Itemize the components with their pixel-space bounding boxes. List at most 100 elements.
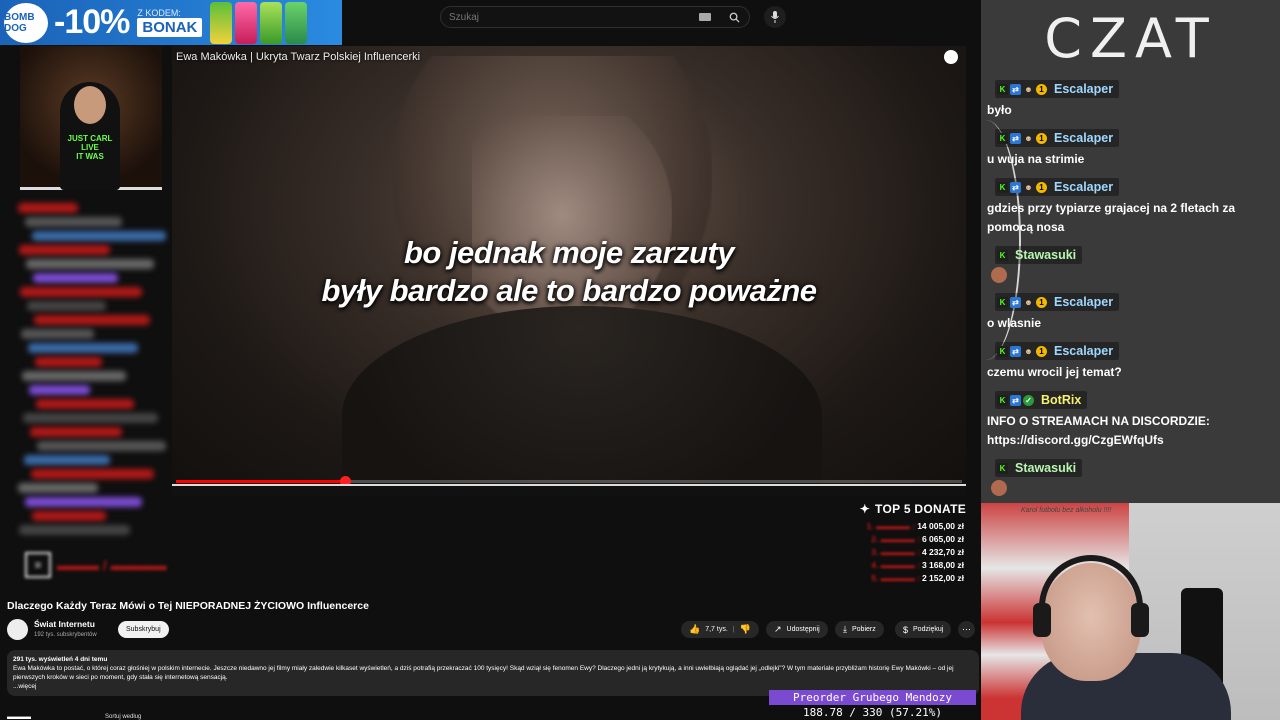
badge-k-icon: K xyxy=(997,132,1008,144)
dislike-icon[interactable]: 👎 xyxy=(740,624,751,635)
search-icon xyxy=(729,12,740,23)
blurred-panel-bar xyxy=(31,469,154,479)
blurred-panel-bar xyxy=(18,203,78,213)
video-player[interactable]: Ewa Makówka | Ukryta Twarz Polskiej Infl… xyxy=(172,46,966,496)
mic-button[interactable] xyxy=(764,6,786,28)
top-donates-panel: ✦ TOP 5 DONATE 1. ▬▬▬▬ :14 005,00 zł 2. ▬▬… xyxy=(800,500,970,585)
sort-comments-button[interactable]: Sortuj według xyxy=(105,714,141,720)
blurred-goal-logo: ≡ ▬▬▬ / ▬▬▬▬ xyxy=(25,550,175,580)
badge-v-icon: ⇄ xyxy=(1010,132,1021,144)
donate-amount: 2 152,00 zł xyxy=(921,573,964,583)
streamer-head xyxy=(74,86,106,124)
blurred-panel-bar xyxy=(19,245,110,255)
blurred-panel-bar xyxy=(23,413,158,423)
channel-subscribers: 192 tys. subskrybentów xyxy=(34,632,97,638)
search-button[interactable] xyxy=(719,7,749,27)
chat-message-text: było xyxy=(987,103,1012,117)
donate-amount: 4 232,70 zł xyxy=(921,547,964,557)
search-input[interactable] xyxy=(441,11,691,23)
badge-k-icon: K xyxy=(997,181,1008,193)
chat-username[interactable]: Stawasuki xyxy=(1015,461,1076,475)
streamer-webcam: JUST CARL LIVE IT WAS xyxy=(20,46,162,190)
chat-username[interactable]: Escalaper xyxy=(1054,82,1113,96)
badge-o-icon: 1 xyxy=(1036,296,1047,308)
blurred-panel-bar xyxy=(32,231,166,241)
blurred-panel-bar xyxy=(22,371,126,381)
chat-panel: CZAT K ⇄ ☻ 1 Escalaper było K ⇄ ☻ 1 Escalaper u wuj… xyxy=(981,0,1280,503)
badge-k-icon: K xyxy=(997,345,1008,357)
video-title[interactable]: Ewa Makówka | Ukryta Twarz Polskiej Infl… xyxy=(176,51,420,63)
donate-row: 1. ▬▬▬▬ :14 005,00 zł xyxy=(867,521,964,531)
badge-k-icon: K xyxy=(997,394,1008,406)
chat-message-header: K ⇄ ☻ 1 Escalaper xyxy=(995,178,1120,196)
chat-message-header: K ⇄ ☻ 1 Escalaper xyxy=(995,293,1120,311)
badge-o-icon: 1 xyxy=(1036,132,1047,144)
donate-amount: 14 005,00 zł xyxy=(917,521,964,531)
chat-title: CZAT xyxy=(1044,7,1217,70)
preorder-goal-label: Preorder Grubego Mendozy xyxy=(769,690,976,705)
badge-o-icon: 1 xyxy=(1036,345,1047,357)
chat-username[interactable]: Escalaper xyxy=(1054,131,1113,145)
video-progress-bar[interactable] xyxy=(176,476,962,487)
video-controls xyxy=(172,484,966,496)
badge-g-icon: ☻ xyxy=(1024,84,1033,94)
subtitle-line-1: bo jednak moje zarzuty xyxy=(403,235,735,270)
blurred-panel-bar xyxy=(24,455,110,465)
channel-name[interactable]: Świat Internetu xyxy=(34,619,95,629)
search-bar xyxy=(440,6,750,28)
blurred-panel-bar xyxy=(21,329,94,339)
like-icon[interactable]: 👍 xyxy=(689,624,700,635)
donates-header: ✦ TOP 5 DONATE xyxy=(859,502,966,516)
donor-name-blurred: 3. ▬▬▬▬ : xyxy=(871,547,920,557)
share-button[interactable]: ↗ Udostępnij xyxy=(766,621,828,638)
download-icon: ⤓ xyxy=(843,624,847,634)
chat-message-text: u wuja na strimie xyxy=(987,152,1085,166)
blurred-panel-bar xyxy=(25,497,142,507)
badge-v-icon: ⇄ xyxy=(1010,394,1021,406)
donate-row: 3. ▬▬▬▬ :4 232,70 zł xyxy=(871,547,964,557)
badge-v-icon: ⇄ xyxy=(1010,296,1021,308)
badge-v-icon: ⇄ xyxy=(1010,345,1021,357)
blurred-panel-bar xyxy=(34,315,150,325)
page-title: Dlaczego Każdy Teraz Mówi o Tej NIEPORAD… xyxy=(7,600,369,612)
goal-counter-blurred: ▬▬▬ / ▬▬▬▬ xyxy=(57,557,167,573)
donor-name-blurred: 5. ▬▬▬▬ : xyxy=(871,573,920,583)
channel-avatar[interactable] xyxy=(7,619,28,640)
badge-k-icon: K xyxy=(997,249,1008,261)
badge-g-icon: ☻ xyxy=(1024,346,1033,356)
chat-username[interactable]: BotRix xyxy=(1041,393,1081,407)
mic-icon xyxy=(771,11,779,23)
chat-message-text: o wlasnie xyxy=(987,316,1042,330)
chat-message-text: gdzies przy typiarze grajacej na 2 fleta… xyxy=(987,201,1236,234)
keyboard-icon[interactable] xyxy=(699,13,711,21)
blurred-panel-bar xyxy=(28,343,138,353)
donor-name-blurred: 4. ▬▬▬▬ : xyxy=(871,560,920,570)
chat-username[interactable]: Escalaper xyxy=(1054,344,1113,358)
more-button[interactable]: ⋯ xyxy=(958,621,975,638)
chat-username[interactable]: Escalaper xyxy=(1054,180,1113,194)
like-dislike-button[interactable]: 👍 7,7 tys. | 👎 xyxy=(681,621,759,638)
download-button[interactable]: ⤓ Pobierz xyxy=(835,621,884,638)
blurred-panel-bar xyxy=(30,427,122,437)
blurred-panel-bar xyxy=(19,525,130,535)
blurred-panel-bar xyxy=(25,217,122,227)
badge-g-icon: ☻ xyxy=(1024,297,1033,307)
subscribe-button[interactable]: Subskrybuj xyxy=(118,621,169,638)
badge-o-icon: 1 xyxy=(1036,181,1047,193)
chat-message-text: czemu wrocil jej temat? xyxy=(987,365,1122,379)
promo-discount: -10% xyxy=(54,3,130,41)
badge-k-icon: K xyxy=(997,296,1008,308)
promo-code-label: Z KODEM: xyxy=(137,8,181,18)
blurred-panel-bar xyxy=(32,511,106,521)
badge-g-icon: ☻ xyxy=(1024,182,1033,192)
chat-username[interactable]: Escalaper xyxy=(1054,295,1113,309)
donate-row: 2. ▬▬▬▬ :6 065,00 zł xyxy=(871,534,964,544)
more-icon: ⋯ xyxy=(962,624,971,634)
donate-amount: 6 065,00 zł xyxy=(921,534,964,544)
clock-icon[interactable] xyxy=(944,50,958,64)
donate-amount: 3 168,00 zł xyxy=(921,560,964,570)
thanks-button[interactable]: $ Podziękuj xyxy=(895,621,952,638)
chat-message-header: K ⇄ ☻ 1 Escalaper xyxy=(995,342,1120,360)
blurred-panel-bar xyxy=(37,441,166,451)
chat-username[interactable]: Stawasuki xyxy=(1015,248,1076,262)
